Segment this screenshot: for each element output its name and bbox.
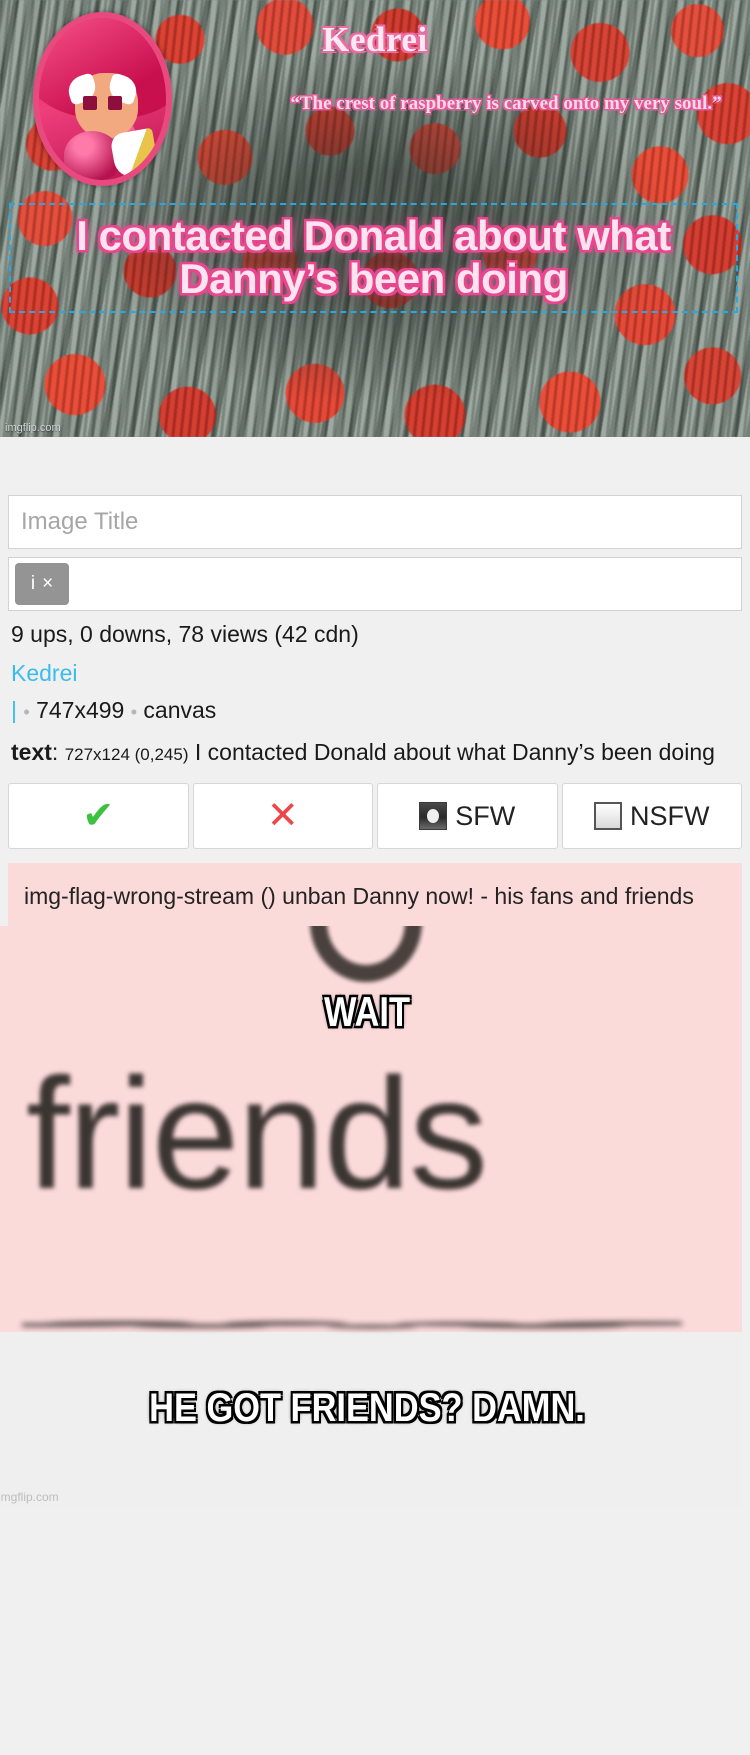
panel-spacer <box>8 437 742 495</box>
cross-icon: ✕ <box>266 795 299 838</box>
reject-button[interactable]: ✕ <box>192 783 373 850</box>
separator-dot-1: • <box>23 702 30 722</box>
text-selection-box[interactable]: I contacted Donald about what Danny’s be… <box>9 203 738 313</box>
radio-selected-icon <box>419 802 448 831</box>
check-icon: ✔ <box>82 795 115 838</box>
text-layer-colon: : <box>51 739 59 765</box>
meme-quote: “The crest of raspberry is carved onto m… <box>290 93 722 114</box>
tag-chip[interactable]: i × <box>15 563 69 605</box>
blurred-descender-row <box>22 1311 682 1338</box>
bottom-meme-image[interactable]: friends WAIT HE GOT FRIENDS? DAMN. imgfl… <box>0 925 742 1508</box>
sfw-label: SFW <box>455 800 516 831</box>
moderation-button-row: ✔ ✕ SFW NSFW <box>8 783 742 850</box>
avatar-eye-right <box>107 95 122 111</box>
image-title-input[interactable]: Image Title <box>8 495 742 549</box>
text-layer-content: I contacted Donald about what Danny’s be… <box>194 739 715 765</box>
flag-notice-text: img-flag-wrong-stream () unban Danny now… <box>24 883 694 910</box>
nsfw-radio-button[interactable]: NSFW <box>561 783 742 850</box>
image-title-placeholder: Image Title <box>21 508 139 535</box>
top-meme-image[interactable]: Kedrei “The crest of raspberry is carved… <box>0 0 750 437</box>
nsfw-label: NSFW <box>630 800 710 831</box>
bottom-meme-bottom-text: HE GOT FRIENDS? DAMN. <box>149 1385 585 1430</box>
approve-button[interactable]: ✔ <box>8 783 189 850</box>
tag-chip-label: i <box>30 573 36 594</box>
text-layer-label: text <box>11 739 52 765</box>
text-layer-meta: text: 727x124 (0,245) I contacted Donald… <box>11 738 742 767</box>
image-dimensions-line: | • 747x499 • canvas <box>11 697 742 724</box>
image-size: 747x499 <box>36 697 125 723</box>
sfw-radio-button[interactable]: SFW <box>377 783 558 850</box>
background-word-friends: friends <box>26 1045 488 1222</box>
stream-link[interactable]: | <box>11 697 17 723</box>
avatar-eye-left <box>83 95 98 111</box>
imgflip-watermark-top: imgflip.com <box>5 422 61 434</box>
tag-chip-remove-icon[interactable]: × <box>42 573 53 595</box>
vote-stats: 9 ups, 0 downs, 78 views (42 cdn) <box>11 621 359 647</box>
flag-notice: img-flag-wrong-stream () unban Danny now… <box>8 863 742 926</box>
tags-input[interactable]: i × <box>8 557 742 611</box>
bottom-meme-top-text: WAIT <box>323 987 411 1035</box>
separator-dot-2: • <box>130 702 138 722</box>
avatar-gem-icon <box>64 131 121 180</box>
edit-panel: Image Title i × 9 ups, 0 downs, 78 views… <box>0 437 750 926</box>
image-kind: canvas <box>143 697 217 723</box>
text-layer-coords: 727x124 (0,245) <box>64 745 189 764</box>
meme-username: Kedrei <box>322 20 428 59</box>
imgflip-watermark-bottom: imgflip.com <box>0 1489 59 1504</box>
author-link[interactable]: Kedrei <box>11 660 742 687</box>
radio-unselected-icon <box>594 802 622 831</box>
meme-caption: I contacted Donald about what Danny’s be… <box>76 212 671 302</box>
